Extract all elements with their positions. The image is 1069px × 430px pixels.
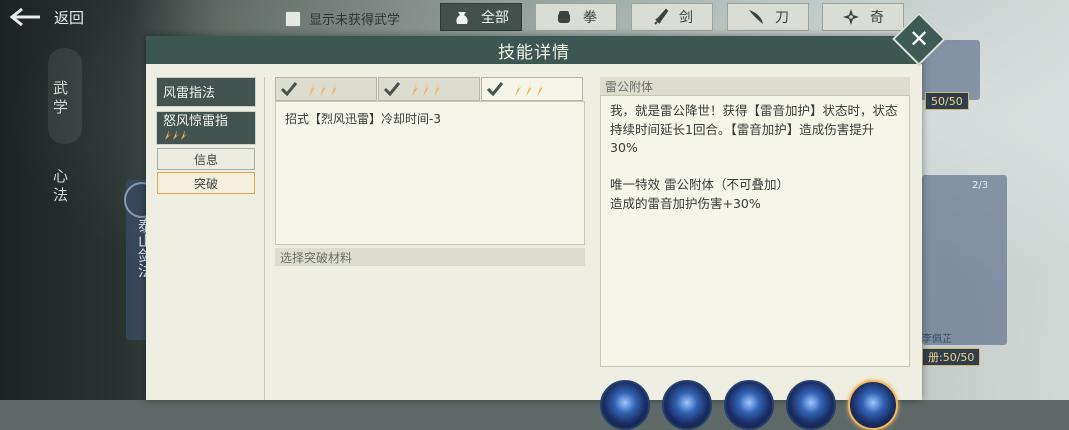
- filter-label: 显示未获得武学: [309, 13, 401, 28]
- check-icon: [486, 82, 504, 97]
- description-paragraph: 我，就是雷公降世！获得【雷音加护】状态时，状态持续时间延长1回合。【雷音加护】造…: [610, 103, 898, 155]
- flame-icon: [423, 81, 429, 97]
- skill-orb-selected[interactable]: [848, 380, 898, 430]
- card-name: 李佩芷: [922, 334, 952, 345]
- breakthrough-button[interactable]: 突破: [157, 172, 255, 194]
- flame-icon: [309, 81, 315, 97]
- progress-badge: 50/50: [925, 92, 969, 110]
- skill-item[interactable]: 风雷指法: [156, 77, 256, 107]
- level-effect-text: 招式【烈风迅雷】冷却时间-3: [285, 112, 441, 126]
- level-tab-3[interactable]: [481, 77, 583, 101]
- description-panel: 我，就是雷公降世！获得【雷音加护】状态时，状态持续时间延长1回合。【雷音加护】造…: [600, 95, 910, 367]
- sword-icon: [654, 8, 669, 25]
- tab-label: 奇: [870, 10, 884, 26]
- pouch-icon: [456, 12, 468, 24]
- flame-group: [514, 80, 544, 98]
- description-paragraph: 唯一特效 雷公附体（不可叠加） 造成的雷音加护伤害+30%: [610, 177, 789, 211]
- back-label: 返回: [54, 8, 85, 27]
- flame-icon: [526, 81, 532, 97]
- skill-item-selected[interactable]: 怒风惊雷指: [156, 111, 256, 145]
- tab-label: 刀: [775, 10, 789, 26]
- dialog-title: 技能详情: [498, 42, 570, 63]
- tab-label: 全部: [481, 10, 509, 26]
- flame-icon: [331, 81, 337, 97]
- progress-badge: 册: 50/50: [922, 348, 981, 366]
- flame-icon: [434, 81, 440, 97]
- breakthrough-label: 突破: [193, 176, 218, 191]
- skill-orb[interactable]: [786, 380, 836, 430]
- skill-name: 怒风惊雷指: [163, 114, 229, 129]
- shuriken-icon: [843, 9, 859, 25]
- skill-orb[interactable]: [724, 380, 774, 430]
- filter-checkbox[interactable]: [285, 10, 301, 27]
- material-section-label: 选择突破材料: [280, 250, 353, 265]
- tab-all[interactable]: 全部: [440, 3, 522, 31]
- side-tab-label: 武学: [51, 80, 69, 118]
- flame-icon: [412, 81, 418, 97]
- back-button[interactable]: 返回: [8, 4, 108, 30]
- fist-icon: [558, 11, 570, 23]
- background-card[interactable]: [922, 175, 1007, 345]
- level-tab-2[interactable]: [378, 77, 480, 101]
- check-icon: [383, 82, 401, 97]
- check-icon: [280, 82, 298, 97]
- level-effect-panel: 招式【烈风迅雷】冷却时间-3: [275, 101, 585, 245]
- flame-group: [411, 80, 441, 98]
- show-unobtained-filter[interactable]: 显示未获得武学: [285, 9, 400, 28]
- flame-icon: [537, 81, 543, 97]
- skill-name: 风雷指法: [163, 86, 216, 101]
- tab-blade[interactable]: 刀: [727, 3, 809, 31]
- material-section-header: 选择突破材料: [275, 248, 585, 266]
- flame-icon: [165, 130, 187, 140]
- divider: [264, 77, 265, 400]
- flame-icon: [320, 81, 326, 97]
- skill-orb[interactable]: [662, 380, 712, 430]
- back-arrow-icon: [9, 7, 40, 27]
- blade-icon: [749, 10, 763, 24]
- skill-orb[interactable]: [600, 380, 650, 430]
- tab-exotic[interactable]: 奇: [822, 3, 904, 31]
- level-tab-1[interactable]: [275, 77, 377, 101]
- info-label: 信息: [193, 152, 218, 167]
- description-title: 雷公附体: [605, 79, 654, 94]
- card-count: 2/3: [972, 180, 989, 191]
- tab-label: 剑: [679, 10, 693, 26]
- tab-sword[interactable]: 剑: [631, 3, 713, 31]
- flame-group: [308, 80, 338, 98]
- info-button[interactable]: 信息: [157, 148, 255, 170]
- dialog-header: 技能详情: [146, 36, 922, 64]
- flame-icon: [515, 81, 521, 97]
- tab-label: 拳: [583, 10, 597, 26]
- description-header: 雷公附体: [600, 77, 910, 95]
- side-tab-label[interactable]: 心法: [50, 168, 71, 206]
- close-icon: ✕: [908, 25, 930, 53]
- tab-fist[interactable]: 拳: [535, 3, 617, 31]
